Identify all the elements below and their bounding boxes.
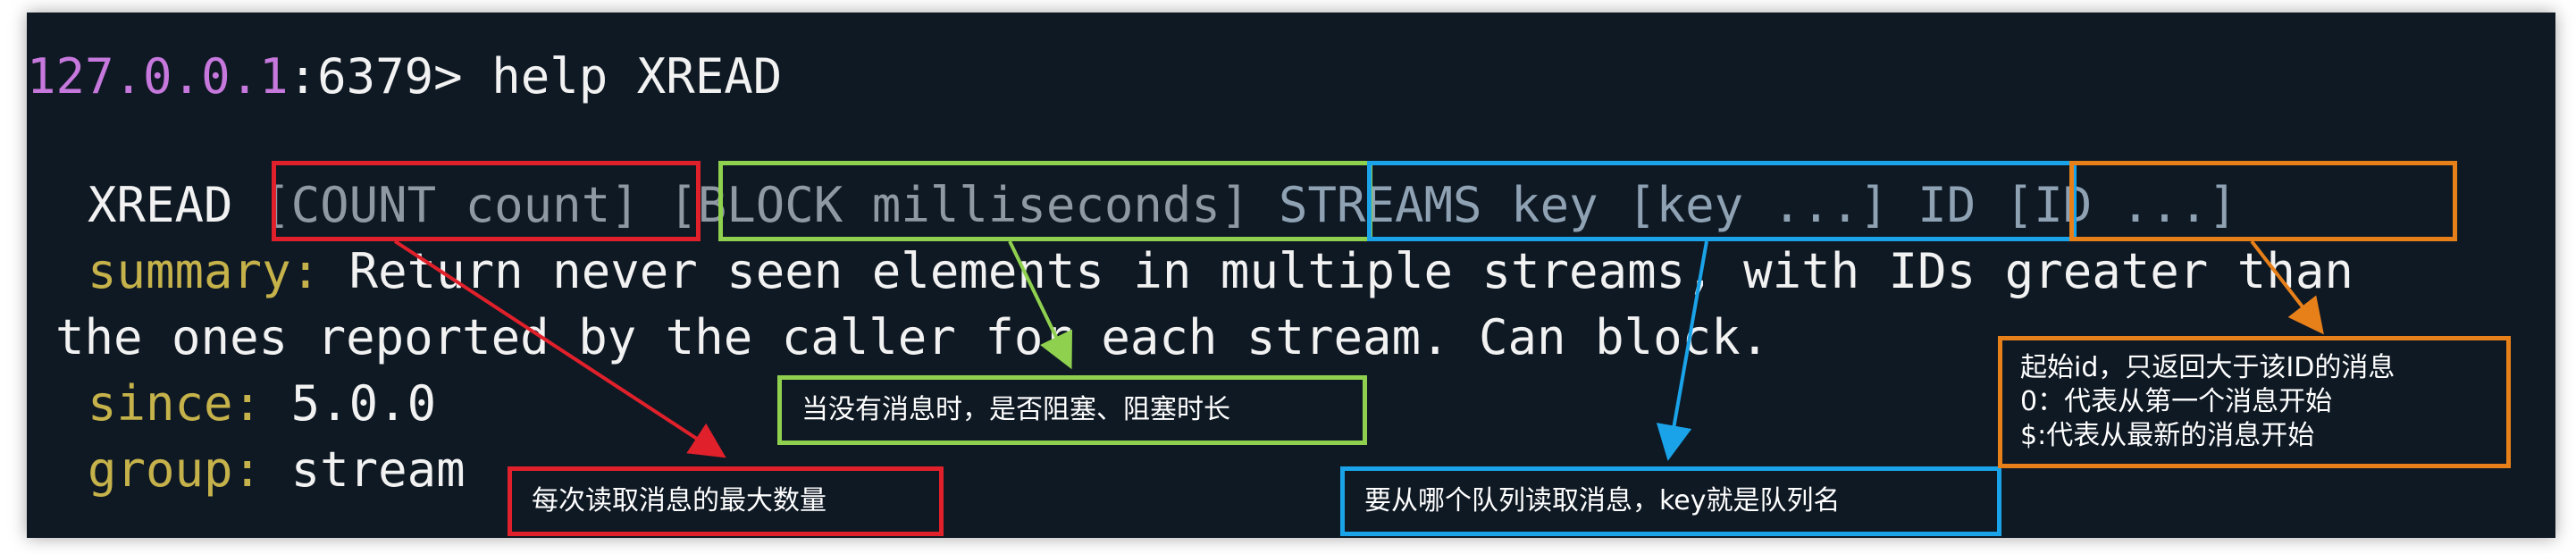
count-annotation-text: 每次读取消息的最大数量 [532,485,827,516]
id-annotation-line1: 起始id，只返回大于该ID的消息 [2020,352,2396,383]
streams-annotation-text: 要从哪个队列读取消息，key就是队列名 [1364,485,1841,516]
id-annotation-line2: 0：代表从第一个消息开始 [2020,386,2333,417]
id-arrow [2250,239,2324,335]
count-arrow [393,239,726,458]
id-annotation-line3: $:代表从最新的消息开始 [2020,420,2315,451]
block-arrow [1008,240,1073,370]
count-annotation: 每次读取消息的最大数量 [508,466,944,536]
id-annotation: 起始id，只返回大于该ID的消息 0：代表从第一个消息开始 $:代表从最新的消息… [1998,336,2511,468]
block-annotation: 当没有消息时，是否阻塞、阻塞时长 [777,375,1367,445]
block-annotation-text: 当没有消息时，是否阻塞、阻塞时长 [801,394,1230,425]
streams-arrow [1656,240,1708,461]
terminal-window[interactable]: 127.0.0.1:6379> help XREAD XREAD [COUNT … [27,13,2555,538]
streams-annotation: 要从哪个队列读取消息，key就是队列名 [1340,466,2001,536]
